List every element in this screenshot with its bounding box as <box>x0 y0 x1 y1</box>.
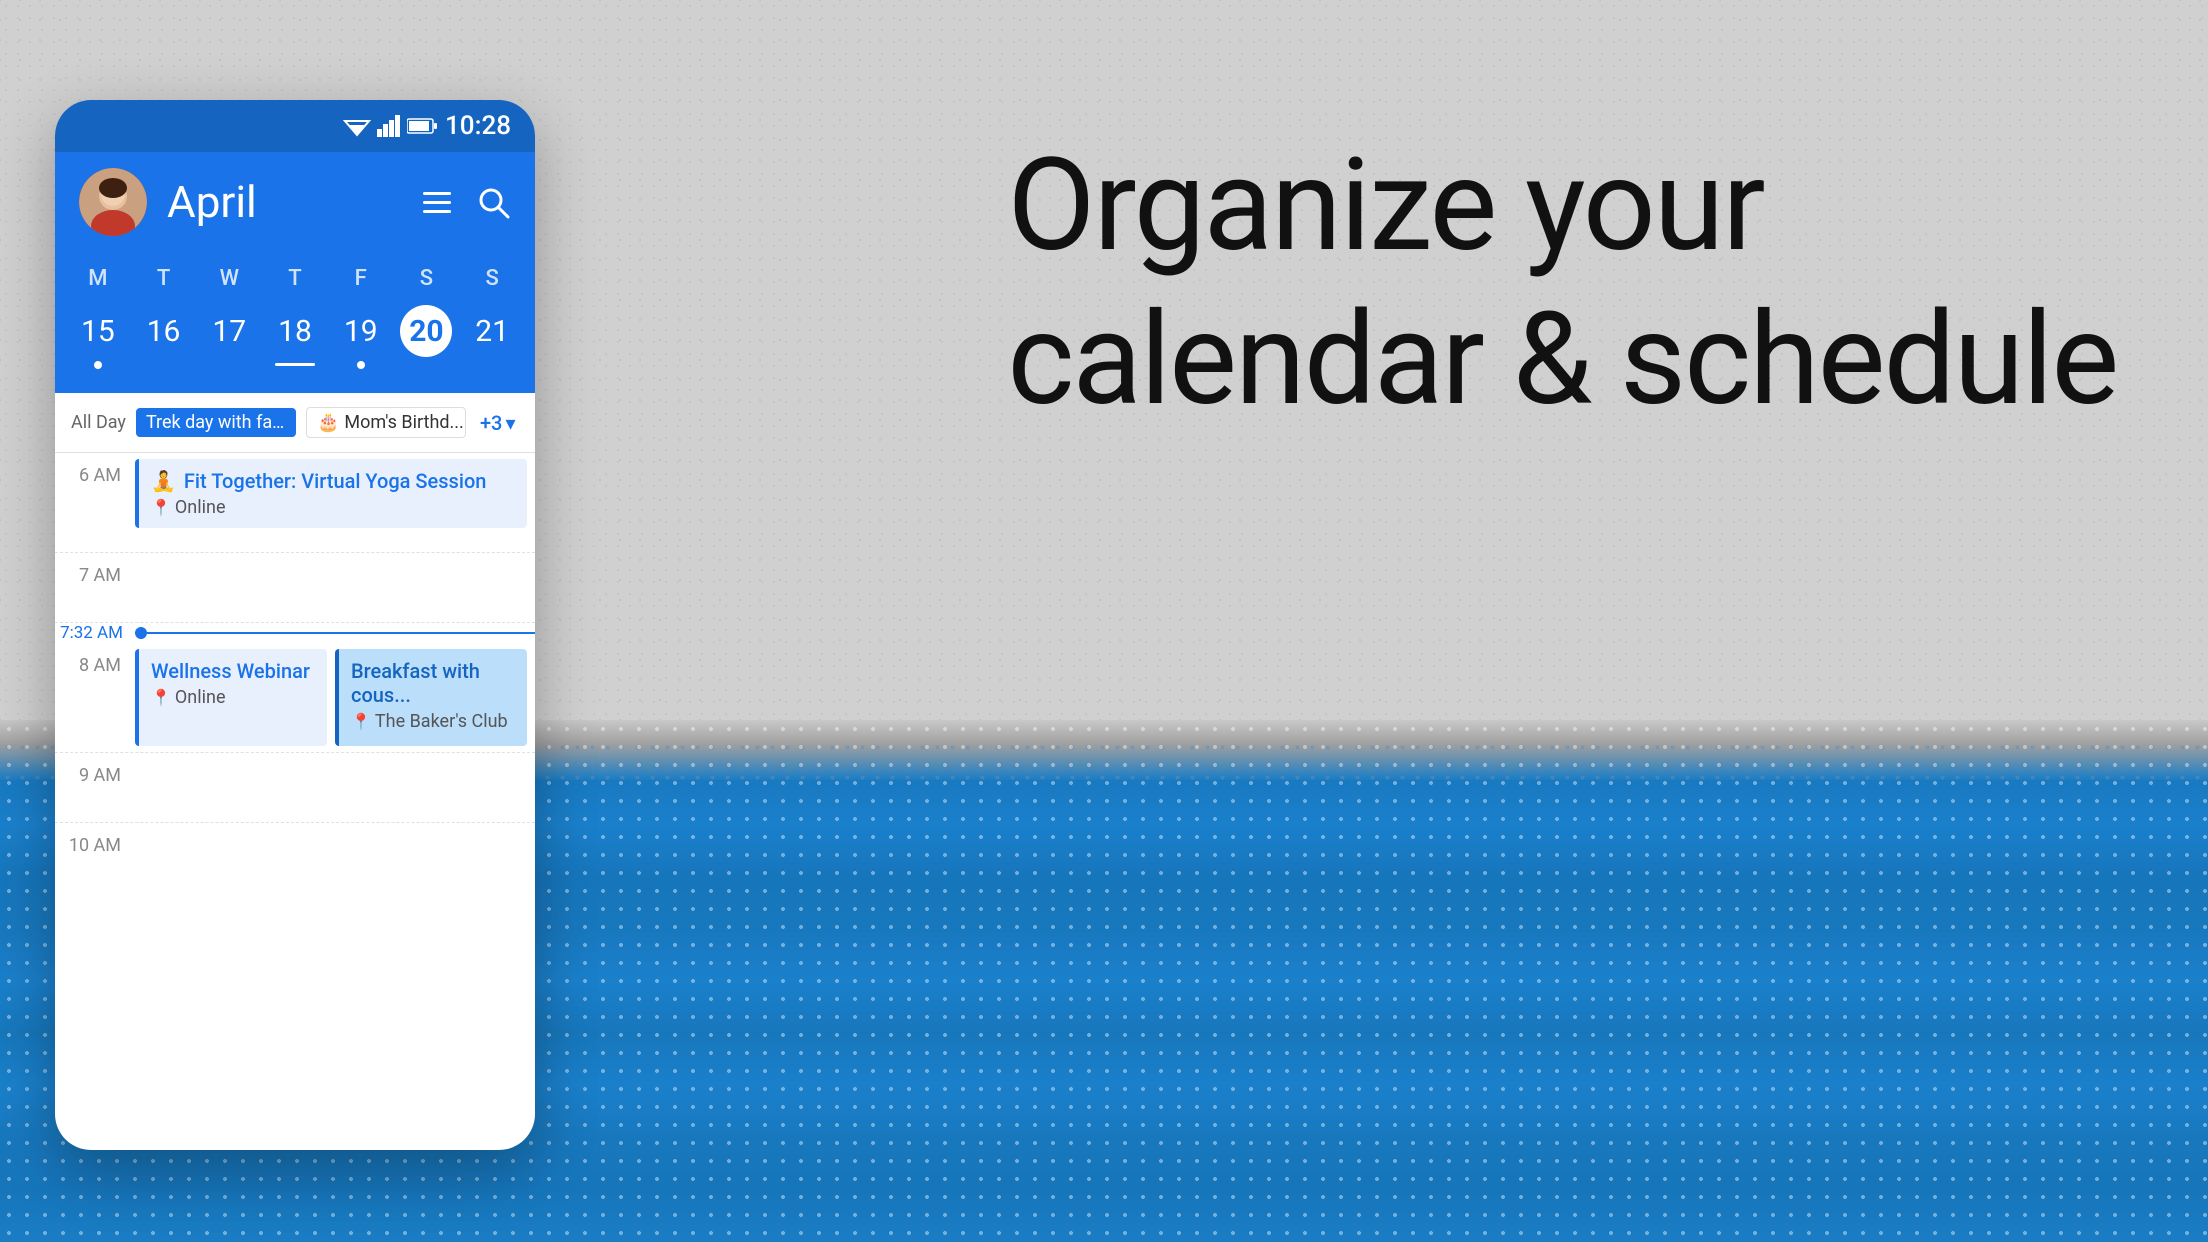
day-underline-18 <box>275 363 315 366</box>
allday-label: All Day <box>71 412 126 433</box>
wellness-loc-text: Online <box>175 687 226 708</box>
event-yoga[interactable]: 🧘 Fit Together: Virtual Yoga Session 📍 O… <box>135 459 527 528</box>
battery-icon <box>407 117 437 135</box>
yoga-location-text: Online <box>175 497 226 518</box>
header-icons <box>419 184 511 220</box>
breakfast-loc-text: The Baker's Club <box>375 711 508 732</box>
day-16[interactable]: 16 <box>131 301 197 373</box>
day-dot-15 <box>94 361 102 369</box>
day-dot-19 <box>357 361 365 369</box>
day-17[interactable]: 17 <box>196 301 262 373</box>
now-line-bar <box>147 632 535 634</box>
day-num-19: 19 <box>335 305 387 357</box>
slot-6am-content: 🧘 Fit Together: Virtual Yoga Session 📍 O… <box>135 453 535 552</box>
status-icons <box>343 115 437 137</box>
day-header-mon: M <box>65 266 131 291</box>
day-num-15: 15 <box>72 305 124 357</box>
day-19[interactable]: 19 <box>328 301 394 373</box>
schedule-area: 6 AM 🧘 Fit Together: Virtual Yoga Sessio… <box>55 453 535 873</box>
breakfast-loc-icon: 📍 <box>351 712 371 731</box>
day-21[interactable]: 21 <box>459 301 525 373</box>
wellness-location: 📍 Online <box>151 687 315 708</box>
signal-icon <box>377 115 401 137</box>
more-count: +3 <box>480 411 502 435</box>
time-7am: 7 AM <box>55 553 135 622</box>
wellness-loc-icon: 📍 <box>151 688 171 707</box>
slot-9am-content <box>135 753 535 822</box>
avatar[interactable] <box>79 168 147 236</box>
day-18[interactable]: 18 <box>262 301 328 373</box>
yoga-location: 📍 Online <box>151 497 515 518</box>
now-dot <box>135 627 147 639</box>
phone-mockup: 10:28 April <box>55 100 535 1150</box>
day-num-21: 21 <box>466 305 518 357</box>
list-icon[interactable] <box>419 184 455 220</box>
event-yoga-header: 🧘 Fit Together: Virtual Yoga Session <box>151 469 515 493</box>
now-indicator: 7:32 AM <box>55 623 535 643</box>
headline-line2: calendar & schedule <box>1007 285 2117 435</box>
allday-event-birthday[interactable]: 🎂 Mom's Birthd... <box>306 407 466 438</box>
breakfast-location: 📍 The Baker's Club <box>351 711 515 732</box>
day-num-18: 18 <box>269 305 321 357</box>
time-8am: 8 AM <box>55 643 135 752</box>
day-20[interactable]: 20 <box>394 301 460 373</box>
slot-6am: 6 AM 🧘 Fit Together: Virtual Yoga Sessio… <box>55 453 535 553</box>
birthday-text: Mom's Birthd... <box>344 412 463 433</box>
app-header: April <box>55 152 535 256</box>
avatar-image <box>79 168 147 236</box>
event-wellness[interactable]: Wellness Webinar 📍 Online <box>135 649 327 746</box>
status-time: 10:28 <box>445 111 511 141</box>
yoga-icon: 🧘 <box>151 469 176 493</box>
day-15[interactable]: 15 <box>65 301 131 373</box>
slot-8am-content: Wellness Webinar 📍 Online Breakfast with… <box>135 643 535 752</box>
search-icon[interactable] <box>475 184 511 220</box>
more-events[interactable]: +3 ▾ <box>480 411 516 435</box>
calendar-section: M T W T F S S 15 16 17 18 <box>55 256 535 393</box>
yoga-title: Fit Together: Virtual Yoga Session <box>184 469 487 493</box>
day-num-17: 17 <box>203 305 255 357</box>
day-header-thu: T <box>262 266 328 291</box>
time-9am: 9 AM <box>55 753 135 822</box>
wellness-title: Wellness Webinar <box>151 659 315 683</box>
slot-8am: 8 AM Wellness Webinar 📍 Online Breakfast… <box>55 643 535 753</box>
yoga-location-icon: 📍 <box>151 498 171 517</box>
now-time: 7:32 AM <box>55 623 127 643</box>
allday-bar: All Day Trek day with fa... 🎂 Mom's Birt… <box>55 393 535 453</box>
headline-text: Organize your calendar & schedule <box>1007 130 2117 437</box>
day-num-20: 20 <box>400 305 452 357</box>
slot-7am-content <box>135 553 535 622</box>
day-row: 15 16 17 18 19 20 <box>55 301 535 373</box>
slot-10am: 10 AM <box>55 823 535 873</box>
birthday-icon: 🎂 <box>317 412 339 433</box>
day-header-fri: F <box>328 266 394 291</box>
day-num-16: 16 <box>138 305 190 357</box>
headline-line1: Organize your <box>1007 131 1763 281</box>
day-header-tue: T <box>131 266 197 291</box>
right-panel: Organize your calendar & schedule <box>927 0 2208 1242</box>
day-headers: M T W T F S S <box>55 266 535 291</box>
month-title: April <box>167 176 399 228</box>
slot-7am: 7 AM <box>55 553 535 623</box>
slot-10am-content <box>135 823 535 873</box>
time-10am: 10 AM <box>55 823 135 873</box>
status-bar: 10:28 <box>55 100 535 152</box>
event-breakfast[interactable]: Breakfast with cous... 📍 The Baker's Clu… <box>335 649 527 746</box>
day-header-sat: S <box>394 266 460 291</box>
allday-event-trek[interactable]: Trek day with fa... <box>136 408 296 437</box>
day-header-wed: W <box>196 266 262 291</box>
slot-9am: 9 AM <box>55 753 535 823</box>
time-6am: 6 AM <box>55 453 135 552</box>
breakfast-title: Breakfast with cous... <box>351 659 515 707</box>
more-chevron: ▾ <box>505 411 515 435</box>
wifi-icon <box>343 115 371 137</box>
day-header-sun: S <box>459 266 525 291</box>
